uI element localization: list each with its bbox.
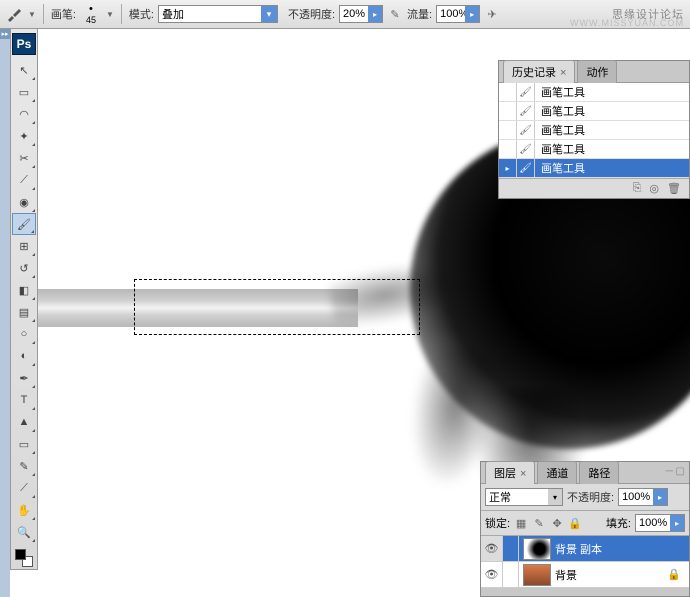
chevron-right-icon: ▸ (670, 515, 684, 531)
lock-label: 锁定: (485, 515, 510, 531)
spot-heal-tool[interactable]: ◉ (12, 191, 36, 213)
chevron-down-icon: ▾ (261, 6, 277, 22)
layer-opacity-label: 不透明度: (567, 489, 614, 505)
history-footer: ⎘ ◎ 🗑 (499, 178, 689, 198)
brush-tool-icon[interactable] (4, 4, 24, 24)
airbrush-icon[interactable]: ✈ (484, 6, 500, 22)
tab-layers[interactable]: 图层× (485, 461, 535, 484)
history-brush-tool[interactable]: ↺ (12, 257, 36, 279)
history-item[interactable]: ▸🖌画笔工具 (499, 159, 689, 178)
visibility-eye-icon[interactable]: 👁 (481, 562, 503, 587)
tab-channels[interactable]: 通道 (537, 461, 577, 484)
close-icon[interactable]: × (560, 67, 566, 79)
trash-icon[interactable]: 🗑 (667, 182, 681, 195)
tab-actions[interactable]: 动作 (577, 60, 617, 83)
history-item[interactable]: 🖌画笔工具 (499, 140, 689, 159)
chevron-right-icon: ▸ (368, 6, 382, 22)
gradient-tool[interactable]: ▤ (12, 301, 36, 323)
flow-label: 流量: (407, 6, 432, 22)
history-item[interactable]: 🖌画笔工具 (499, 121, 689, 140)
new-doc-from-state-icon[interactable]: ⎘ (633, 182, 642, 195)
tools-panel: Ps ↖▭◠✦✂⟋◉🖌⊞↺◧▤○◐✒T▲▭✎⟋✋🔍 (10, 29, 38, 570)
history-panel: 历史记录× 动作 🖌画笔工具🖌画笔工具🖌画笔工具🖌画笔工具▸🖌画笔工具 ⎘ ◎ … (498, 60, 690, 199)
crop-tool[interactable]: ✂ (12, 147, 36, 169)
foreground-background-colors[interactable] (12, 547, 36, 569)
panel-tab-bar: 历史记录× 动作 (499, 61, 689, 83)
layer-fill-input[interactable]: 100%▸ (635, 514, 685, 532)
flow-input[interactable]: 100% ▸ (436, 5, 480, 23)
tab-history[interactable]: 历史记录× (503, 60, 575, 83)
panel-tab-bar: 图层× 通道 路径 (481, 462, 689, 484)
watermark-url: WWW.MISSYUAN.COM (570, 18, 684, 28)
chevron-right-icon: ▸ (465, 6, 479, 22)
pen-tool[interactable]: ✒ (12, 367, 36, 389)
lock-brush-icon[interactable]: ✎ (532, 517, 546, 530)
opacity-label: 不透明度: (288, 6, 335, 22)
layer-blend-mode-select[interactable]: 正常▾ (485, 488, 563, 506)
slice-tool[interactable]: ⟋ (12, 169, 36, 191)
history-item[interactable]: 🖌画笔工具 (499, 83, 689, 102)
opacity-input[interactable]: 20% ▸ (339, 5, 383, 23)
pressure-opacity-icon[interactable]: ✎ (387, 6, 403, 22)
brush-label: 画笔: (51, 6, 76, 22)
history-list: 🖌画笔工具🖌画笔工具🖌画笔工具🖌画笔工具▸🖌画笔工具 (499, 83, 689, 178)
stamp-tool[interactable]: ⊞ (12, 235, 36, 257)
grip-icon[interactable]: ▸▸ (0, 29, 10, 39)
brush-tool[interactable]: 🖌 (12, 213, 36, 235)
lock-move-icon[interactable]: ✥ (550, 517, 564, 530)
tab-paths[interactable]: 路径 (579, 461, 619, 484)
dock-strip: ▸▸ (0, 29, 10, 597)
layer-row[interactable]: 👁 背景 🔒 (481, 562, 689, 588)
marquee-tool[interactable]: ▭ (12, 81, 36, 103)
shape-tool[interactable]: ▭ (12, 433, 36, 455)
layer-thumbnail[interactable] (523, 564, 551, 586)
type-tool[interactable]: T (12, 389, 36, 411)
move-tool[interactable]: ↖ (12, 59, 36, 81)
blend-mode-select[interactable]: 叠加 ▾ (158, 5, 278, 23)
layer-thumbnail[interactable] (523, 538, 551, 560)
close-icon[interactable]: × (520, 468, 526, 480)
lock-icon: 🔒 (667, 568, 681, 581)
path-select-tool[interactable]: ▲ (12, 411, 36, 433)
panel-menu-icon[interactable]: ─ ▢ (666, 466, 685, 477)
ps-logo[interactable]: Ps (12, 33, 36, 55)
lock-all-icon[interactable]: 🔒 (568, 517, 582, 530)
visibility-eye-icon[interactable]: 👁 (481, 536, 503, 561)
dodge-tool[interactable]: ◐ (12, 345, 36, 367)
fill-label: 填充: (606, 515, 631, 531)
chevron-down-icon[interactable]: ▼ (106, 10, 114, 19)
history-item[interactable]: 🖌画笔工具 (499, 102, 689, 121)
eyedropper-tool[interactable]: ⟋ (12, 477, 36, 499)
chevron-right-icon: ▸ (653, 489, 667, 505)
lasso-tool[interactable]: ◠ (12, 103, 36, 125)
layer-name[interactable]: 背景 副本 (555, 541, 602, 557)
blur-tool[interactable]: ○ (12, 323, 36, 345)
zoom-tool[interactable]: 🔍 (12, 521, 36, 543)
chevron-down-icon[interactable]: ▼ (28, 10, 36, 19)
new-snapshot-icon[interactable]: ◎ (649, 182, 659, 195)
mode-label: 模式: (129, 6, 154, 22)
notes-tool[interactable]: ✎ (12, 455, 36, 477)
layer-row[interactable]: 👁 背景 副本 (481, 536, 689, 562)
layers-panel: ─ ▢ 图层× 通道 路径 正常▾ 不透明度: 100%▸ 锁定: ▦ ✎ ✥ … (480, 461, 690, 597)
marquee-selection[interactable] (134, 279, 420, 335)
chevron-down-icon: ▾ (548, 489, 562, 505)
hand-tool[interactable]: ✋ (12, 499, 36, 521)
lock-transparent-icon[interactable]: ▦ (514, 517, 528, 530)
layer-name[interactable]: 背景 (555, 567, 577, 583)
layer-list: 👁 背景 副本 👁 背景 🔒 (481, 536, 689, 588)
layer-opacity-input[interactable]: 100%▸ (618, 488, 668, 506)
brush-preset-picker[interactable]: • 45 (82, 3, 100, 25)
wand-tool[interactable]: ✦ (12, 125, 36, 147)
eraser-tool[interactable]: ◧ (12, 279, 36, 301)
